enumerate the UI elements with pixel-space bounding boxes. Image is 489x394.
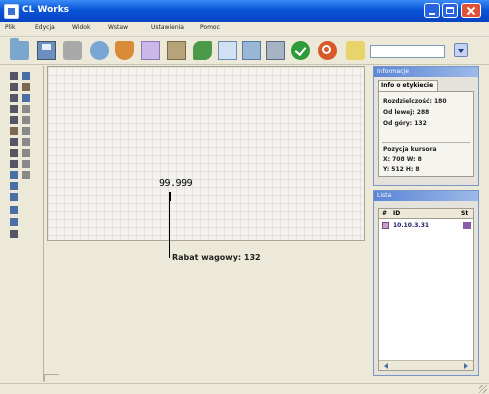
- dollar-tool-icon[interactable]: [10, 160, 18, 168]
- column-hash[interactable]: #: [382, 210, 387, 217]
- app-icon: [4, 4, 19, 19]
- info-body: Rozdzielczość: 180 Od lewej: 288 Od góry…: [378, 91, 474, 177]
- move-tool-icon[interactable]: [10, 83, 18, 91]
- info-cursor-y: Y: 512 H: 8: [383, 166, 420, 173]
- picture-tool-icon[interactable]: [10, 218, 18, 226]
- menu-insert[interactable]: Wstaw: [108, 24, 128, 31]
- column-id[interactable]: ID: [393, 210, 400, 217]
- info-cursor-heading: Pozycja kursora: [383, 146, 437, 153]
- title-bar: CL Works: [0, 0, 489, 22]
- copy-icon[interactable]: [141, 41, 160, 60]
- zoom-dropdown-button[interactable]: [454, 43, 468, 57]
- status-flag-icon: [463, 222, 471, 229]
- zoom-input[interactable]: [370, 45, 445, 58]
- main-toolbar: [0, 37, 489, 65]
- print-icon[interactable]: [63, 41, 82, 60]
- text-tool-icon[interactable]: [10, 105, 18, 113]
- list-body: 10.10.3.31: [378, 219, 474, 371]
- image-icon[interactable]: [242, 41, 261, 60]
- print-preview-icon[interactable]: [90, 41, 109, 60]
- maximize-button[interactable]: [442, 3, 458, 18]
- bullet-tool-icon[interactable]: [10, 127, 18, 135]
- paste-icon[interactable]: [167, 41, 186, 60]
- menu-bar: Plik Edycja Widok Wstaw Ustawienia Pomoc: [0, 22, 489, 37]
- tool-palette: [6, 66, 44, 382]
- info-cursor-x: X: 708 W: 8: [383, 156, 422, 163]
- rectangle-tool-icon[interactable]: [22, 160, 30, 168]
- format-brush-icon[interactable]: [193, 41, 212, 60]
- pencil-tool-icon[interactable]: [10, 138, 18, 146]
- right-panels: Informacje Info o etykiecie Rozdzielczoś…: [373, 66, 481, 382]
- workspace-corner: [44, 374, 59, 381]
- font-tool-icon[interactable]: [22, 105, 30, 113]
- horizontal-scrollbar[interactable]: [379, 360, 473, 370]
- barcode-tool-icon[interactable]: [22, 83, 30, 91]
- menu-file[interactable]: Plik: [5, 24, 15, 31]
- bold-tool-icon[interactable]: [10, 149, 18, 157]
- callout-label: Rabat wagowy: 132: [172, 253, 261, 262]
- status-bar: [0, 383, 489, 394]
- close-button[interactable]: [461, 3, 481, 18]
- open-folder-icon[interactable]: [10, 38, 29, 60]
- shape-tool-icon[interactable]: [10, 182, 18, 190]
- properties-panel-header: Informacje: [374, 67, 478, 77]
- image-tool-icon[interactable]: [10, 206, 18, 214]
- align-tool-icon[interactable]: [22, 116, 30, 124]
- column-status[interactable]: St: [461, 210, 468, 217]
- list-panel-title: Lista: [377, 192, 392, 199]
- ok-icon[interactable]: [291, 41, 310, 60]
- menu-help[interactable]: Pomoc: [200, 24, 220, 31]
- table-icon[interactable]: [218, 41, 237, 60]
- info-left: Od lewej: 288: [383, 109, 430, 116]
- list-item-text: 10.10.3.31: [393, 222, 430, 229]
- label-canvas[interactable]: [47, 66, 365, 241]
- zoom-icon[interactable]: [346, 41, 365, 60]
- text-style-tool-icon[interactable]: [22, 127, 30, 135]
- grid-tool-icon[interactable]: [22, 72, 30, 80]
- cut-icon[interactable]: [115, 41, 134, 60]
- window-title: CL Works: [22, 5, 70, 15]
- line-tool-icon[interactable]: [22, 171, 30, 179]
- letter-tool-icon[interactable]: [22, 149, 30, 157]
- list-panel: Lista # ID St 10.10.3.31: [373, 190, 479, 376]
- info-resolution: Rozdzielczość: 180: [383, 98, 447, 105]
- callout-line: [169, 199, 170, 258]
- menu-view[interactable]: Widok: [72, 24, 90, 31]
- crop-tool-icon[interactable]: [10, 94, 18, 102]
- save-icon[interactable]: [37, 41, 56, 60]
- fill-tool-icon[interactable]: [10, 193, 18, 201]
- group-tool-icon[interactable]: [10, 116, 18, 124]
- list-column-header: # ID St: [378, 208, 474, 219]
- list-panel-header: Lista: [374, 191, 478, 201]
- ellipse-tool-icon[interactable]: [10, 171, 18, 179]
- info-tab-label: Info o etykiecie: [381, 82, 434, 89]
- canvas-value-text[interactable]: 99.999: [159, 178, 193, 189]
- printer-icon: [382, 222, 389, 229]
- resize-grip-icon[interactable]: [479, 385, 487, 393]
- layout-icon[interactable]: [266, 41, 285, 60]
- select-tool-icon[interactable]: [10, 72, 18, 80]
- rotate-tool-icon[interactable]: [22, 94, 30, 102]
- wrench-tool-icon[interactable]: [10, 230, 18, 238]
- minimize-button[interactable]: [424, 3, 440, 18]
- menu-settings[interactable]: Ustawienia: [151, 24, 184, 31]
- cancel-icon[interactable]: [318, 41, 337, 60]
- list-item[interactable]: 10.10.3.31: [379, 221, 473, 231]
- info-top: Od góry: 132: [383, 120, 427, 127]
- properties-panel: Informacje Info o etykiecie Rozdzielczoś…: [373, 66, 479, 186]
- properties-panel-title: Informacje: [377, 68, 409, 75]
- menu-edit[interactable]: Edycja: [35, 24, 55, 31]
- info-divider: [382, 142, 470, 143]
- format-tool-icon[interactable]: [22, 138, 30, 146]
